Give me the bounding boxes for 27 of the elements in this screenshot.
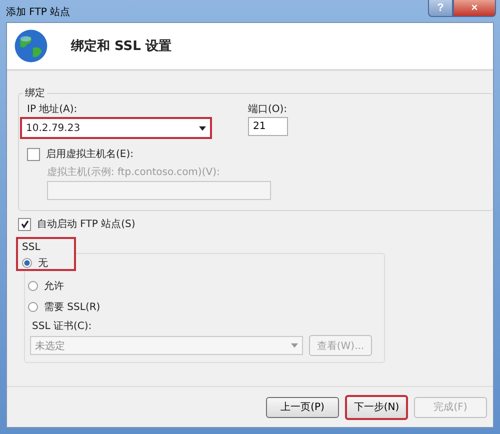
field-label: IP 地址(A): [27,102,78,116]
checkbox-label: 启用虚拟主机名(E): [46,148,134,161]
radio-button[interactable] [22,258,32,268]
radio-button[interactable] [28,281,38,291]
wizard-button[interactable]: 下一步(N) [345,394,408,420]
wizard-button[interactable]: 上一页(P) [266,396,339,418]
checkbox[interactable] [27,148,40,160]
checkbox[interactable] [18,218,31,230]
page-title: 绑定和 SSL 设置 [71,38,172,55]
field-label: SSL 证书(C): [32,320,93,333]
group-legend: SSL [22,242,70,253]
field-label: 端口(O): [248,102,288,116]
port-field[interactable]: 21 [248,117,288,136]
radio-label: 需要 SSL(R) [44,301,100,314]
help-button[interactable]: ? [428,0,453,17]
ip-address-dropdown[interactable]: 10.2.79.23 [20,117,212,139]
radio-label: 允许 [44,280,64,293]
field-label: 虚拟主机(示例: ftp.contoso.com)(V): [47,166,221,179]
dropdown-arrow-icon [199,126,206,130]
radio-label: 无 [38,257,48,270]
dropdown-arrow-icon [291,343,298,348]
globe-icon [13,28,49,64]
window-title: 添加 FTP 站点 [6,6,70,19]
group-legend: 绑定 [23,86,47,100]
radio-button[interactable] [28,302,38,312]
close-button[interactable]: × [453,0,496,17]
checkbox-label: 自动启动 FTP 站点(S) [37,218,136,231]
